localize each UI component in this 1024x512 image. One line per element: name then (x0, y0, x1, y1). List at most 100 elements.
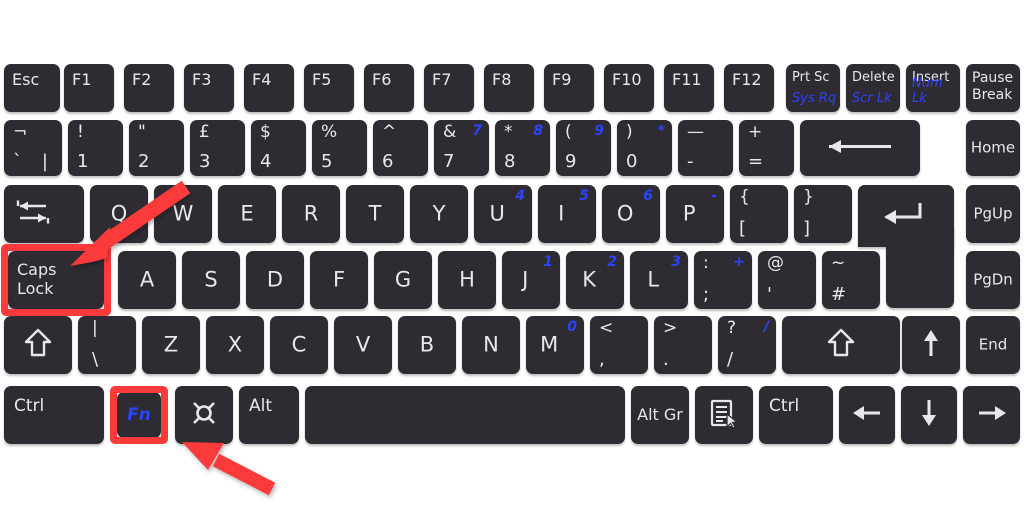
key-7[interactable]: & 7 7 (434, 120, 489, 176)
key-lower-label: 0 (626, 151, 638, 172)
key-8[interactable]: * 8 8 (495, 120, 550, 176)
key-0[interactable]: ) 0 * (617, 120, 672, 176)
key-9[interactable]: ( 9 9 (556, 120, 611, 176)
key-6[interactable]: ^ 6 (373, 120, 428, 176)
key-semicolon[interactable]: : ; + (694, 251, 752, 309)
key-t[interactable]: T (346, 185, 404, 243)
key-right-shift[interactable] (782, 316, 900, 374)
key-left-alt[interactable]: Alt (239, 386, 299, 444)
key-page-up[interactable]: PgUp (966, 185, 1020, 243)
key-e[interactable]: E (218, 185, 276, 243)
key-fn[interactable]: Fn (117, 392, 161, 438)
key-x[interactable]: X (206, 316, 264, 374)
key-alt-gr[interactable]: Alt Gr (631, 386, 689, 444)
key-label: A (139, 267, 155, 292)
key-backspace[interactable] (800, 120, 920, 176)
key-context-menu[interactable] (695, 386, 753, 444)
key-f1[interactable]: F1 (64, 64, 114, 112)
key-b[interactable]: B (398, 316, 456, 374)
key-super[interactable] (175, 386, 233, 444)
key-esc[interactable]: Esc (4, 64, 60, 112)
key-m[interactable]: M 0 (526, 316, 584, 374)
key-left-bracket[interactable]: { [ (730, 185, 788, 243)
key-i[interactable]: I 5 (538, 185, 596, 243)
key-arrow-right[interactable] (963, 386, 1020, 444)
key-home[interactable]: Home (966, 120, 1020, 176)
key-alt-label: Sys Rq (792, 90, 837, 106)
key-f11[interactable]: F11 (664, 64, 714, 112)
key-4[interactable]: $ 4 (251, 120, 306, 176)
key-h[interactable]: H (438, 251, 496, 309)
key-arrow-up[interactable] (902, 316, 960, 374)
key-left-shift[interactable] (4, 316, 72, 374)
key-2[interactable]: " 2 (129, 120, 184, 176)
key-g[interactable]: G (374, 251, 432, 309)
key-equals[interactable]: + = (739, 120, 794, 176)
key-label: D (266, 267, 284, 292)
key-f5[interactable]: F5 (304, 64, 354, 112)
key-1[interactable]: ! 1 (68, 120, 123, 176)
key-o[interactable]: O 6 (602, 185, 660, 243)
key-minus[interactable]: — - (678, 120, 733, 176)
key-comma[interactable]: < , (590, 316, 648, 374)
key-c[interactable]: C (270, 316, 328, 374)
key-right-ctrl[interactable]: Ctrl (759, 386, 833, 444)
key-pause-break[interactable]: Pause Break (966, 64, 1020, 112)
key-upper-label: ¬ (13, 122, 28, 142)
key-label: M (540, 332, 559, 357)
key-p[interactable]: P - (666, 185, 724, 243)
key-arrow-down[interactable] (901, 386, 957, 444)
key-left-ctrl[interactable]: Ctrl (4, 386, 104, 444)
key-s[interactable]: S (182, 251, 240, 309)
key-print-screen[interactable]: Prt Sc Sys Rq (786, 64, 840, 112)
key-y[interactable]: Y (410, 185, 468, 243)
key-period[interactable]: > . (654, 316, 712, 374)
key-a[interactable]: A (118, 251, 176, 309)
key-f8[interactable]: F8 (484, 64, 534, 112)
key-end[interactable]: End (966, 316, 1020, 374)
key-apostrophe[interactable]: @ ' (758, 251, 816, 309)
key-right-bracket[interactable]: } ] (794, 185, 852, 243)
key-f7[interactable]: F7 (424, 64, 474, 112)
key-d[interactable]: D (246, 251, 304, 309)
key-label: F7 (432, 70, 452, 89)
key-f9[interactable]: F9 (544, 64, 594, 112)
key-u[interactable]: U 4 (474, 185, 532, 243)
key-upper-label: ~ (831, 253, 846, 273)
keyboard-diagram: Esc F1 F2 F3 F4 F5 F6 F7 F8 F9 F10 F11 F… (0, 0, 1024, 512)
key-delete[interactable]: Delete Scr Lk (846, 64, 900, 112)
key-page-down[interactable]: PgDn (966, 251, 1020, 309)
key-insert[interactable]: Insert Num Lk (906, 64, 960, 112)
key-f[interactable]: F (310, 251, 368, 309)
key-5[interactable]: % 5 (312, 120, 367, 176)
key-label: R (303, 201, 319, 226)
key-q[interactable]: Q (90, 185, 148, 243)
key-label: F5 (312, 70, 332, 89)
key-label: F6 (372, 70, 392, 89)
key-w[interactable]: W (154, 185, 212, 243)
key-arrow-left[interactable] (839, 386, 895, 444)
key-f10[interactable]: F10 (604, 64, 654, 112)
key-f4[interactable]: F4 (244, 64, 294, 112)
key-f2[interactable]: F2 (124, 64, 174, 112)
key-slash[interactable]: ? / / (718, 316, 776, 374)
key-j[interactable]: J 1 (502, 251, 560, 309)
key-n[interactable]: N (462, 316, 520, 374)
key-tab[interactable] (4, 185, 84, 243)
key-backslash[interactable]: | \ (78, 316, 136, 374)
key-r[interactable]: R (282, 185, 340, 243)
key-label: W (172, 201, 194, 226)
key-l[interactable]: L 3 (630, 251, 688, 309)
key-backtick[interactable]: ¬ ` | (4, 120, 62, 176)
key-caps-lock[interactable]: Caps Lock (8, 251, 104, 309)
key-f6[interactable]: F6 (364, 64, 414, 112)
key-upper-label: $ (260, 122, 271, 142)
key-f3[interactable]: F3 (184, 64, 234, 112)
key-z[interactable]: Z (142, 316, 200, 374)
key-k[interactable]: K 2 (566, 251, 624, 309)
key-3[interactable]: £ 3 (190, 120, 245, 176)
key-f12[interactable]: F12 (724, 64, 774, 112)
key-space[interactable] (305, 386, 625, 444)
key-hash[interactable]: ~ # (822, 251, 880, 309)
key-v[interactable]: V (334, 316, 392, 374)
